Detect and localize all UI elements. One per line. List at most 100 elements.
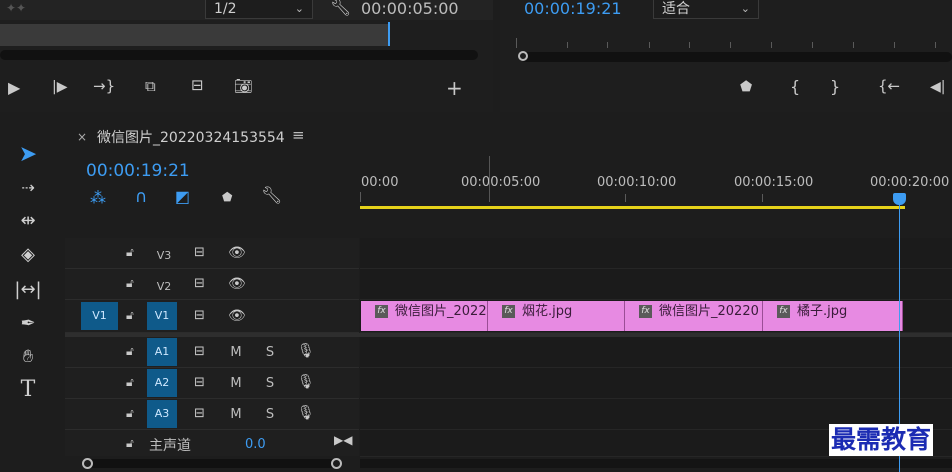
- master-volume-value[interactable]: 0.0: [245, 437, 266, 452]
- lock-icon[interactable]: 🔓︎: [126, 376, 134, 388]
- solo-button[interactable]: S: [260, 376, 280, 391]
- solo-button[interactable]: S: [260, 345, 280, 360]
- snap-magnet-icon[interactable]: ∩: [135, 189, 147, 206]
- lock-icon[interactable]: 🔓︎: [126, 437, 134, 449]
- pen-tool-icon[interactable]: ✒: [14, 311, 42, 337]
- track-row-v3[interactable]: [360, 238, 952, 269]
- program-fit-value: 适合: [662, 1, 690, 17]
- fx-icon: fx: [639, 305, 652, 318]
- ruler-tick: [567, 42, 568, 48]
- sequence-tab-title[interactable]: 微信图片_20220324153554: [97, 127, 285, 147]
- program-timecode[interactable]: 00:00:19:21: [524, 0, 622, 18]
- microphone-icon[interactable]: 🎙︎: [297, 375, 315, 389]
- clip-label: 微信图片_2022: [395, 304, 487, 319]
- mark-out-icon[interactable]: }: [830, 79, 840, 95]
- playhead-handle[interactable]: [893, 193, 906, 205]
- clip[interactable]: fx 烟花.jpg: [488, 301, 625, 331]
- clip[interactable]: fx 微信图片_20220: [625, 301, 763, 331]
- selection-tool-icon[interactable]: ➤: [14, 142, 42, 168]
- sync-lock-icon[interactable]: ⊟: [194, 345, 205, 358]
- clip-label: 橘子.jpg: [797, 304, 848, 319]
- track-row-a2[interactable]: [360, 368, 952, 399]
- lock-icon[interactable]: 🔓︎: [126, 246, 134, 258]
- microphone-icon[interactable]: 🎙︎: [297, 406, 315, 420]
- ruler-tick: [812, 42, 813, 48]
- clip[interactable]: fx 橘子.jpg: [763, 301, 903, 331]
- mute-button[interactable]: M: [226, 376, 246, 391]
- ruler-tick: [625, 194, 626, 202]
- source-patch-v1[interactable]: V1: [81, 302, 118, 330]
- sync-lock-icon[interactable]: ⊟: [194, 376, 205, 389]
- lock-icon[interactable]: 🔓︎: [126, 345, 134, 357]
- add-button-icon[interactable]: +: [446, 78, 463, 98]
- go-to-in-icon[interactable]: {←: [878, 79, 900, 94]
- timeline-timecode[interactable]: 00:00:19:21: [86, 161, 190, 181]
- source-timeline-ruler[interactable]: [0, 24, 390, 46]
- clip-label: 烟花.jpg: [522, 304, 573, 319]
- wrench-icon[interactable]: 🔧︎: [330, 0, 352, 17]
- track-target-a2[interactable]: A2: [147, 369, 177, 397]
- type-tool-icon[interactable]: T: [14, 377, 42, 403]
- track-row-a1[interactable]: [360, 337, 952, 368]
- camera-icon[interactable]: 📷︎: [234, 79, 253, 94]
- hand-tool-icon[interactable]: ✋︎: [14, 344, 42, 370]
- razor-tool-icon[interactable]: ◈: [14, 242, 42, 268]
- step-back-icon[interactable]: ◀|: [930, 80, 945, 94]
- insert-icon[interactable]: ⧉: [145, 79, 156, 94]
- track-name: V2: [156, 280, 172, 293]
- linked-selection-icon[interactable]: ◩: [175, 189, 190, 205]
- sync-lock-icon[interactable]: ⊟: [194, 277, 205, 290]
- go-to-out-icon[interactable]: →}: [93, 79, 115, 94]
- nest-icon[interactable]: ⁂: [90, 190, 106, 206]
- source-playhead[interactable]: [388, 22, 390, 46]
- program-timeline-ruler[interactable]: [516, 36, 952, 50]
- lock-icon[interactable]: 🔓︎: [126, 277, 134, 289]
- add-marker-icon[interactable]: ⬟: [222, 191, 232, 203]
- clip[interactable]: fx 微信图片_2022: [361, 301, 488, 331]
- zoom-handle-left[interactable]: [82, 458, 93, 469]
- eye-icon[interactable]: 👁︎: [228, 309, 246, 323]
- go-to-end-icon[interactable]: ▶◀: [334, 434, 352, 446]
- work-area-bar[interactable]: [360, 206, 905, 209]
- track-select-tool-icon[interactable]: ⇢: [14, 175, 42, 201]
- zoom-handle-right[interactable]: [331, 458, 342, 469]
- mark-in-icon[interactable]: {: [790, 79, 800, 95]
- track-target-a1[interactable]: A1: [147, 338, 177, 366]
- program-zoom-handle[interactable]: [518, 51, 528, 61]
- ruler-label: 00:00:10:00: [597, 175, 677, 190]
- fx-icon: fx: [502, 305, 515, 318]
- ripple-edit-tool-icon[interactable]: ⇹: [14, 208, 42, 234]
- track-area-top-gap: [65, 210, 952, 238]
- play-icon[interactable]: ▶: [8, 80, 20, 96]
- track-row-v2[interactable]: [360, 269, 952, 300]
- solo-button[interactable]: S: [260, 407, 280, 422]
- track-target-a3[interactable]: A3: [147, 400, 177, 428]
- lock-icon[interactable]: 🔓︎: [126, 309, 134, 321]
- source-zoom-bar[interactable]: [0, 50, 478, 60]
- track-header-master: [65, 430, 359, 456]
- timeline-zoom-bar[interactable]: [84, 459, 342, 468]
- wrench-icon[interactable]: 🔧︎: [261, 188, 283, 205]
- eye-icon[interactable]: 👁︎: [228, 246, 246, 260]
- marker-icon[interactable]: ⬟: [740, 80, 752, 94]
- sync-lock-icon[interactable]: ⊟: [194, 309, 205, 322]
- menu-icon[interactable]: ≡: [292, 126, 305, 144]
- step-forward-icon[interactable]: |▶: [52, 80, 67, 94]
- program-zoom-bar[interactable]: [520, 52, 952, 62]
- sync-lock-icon[interactable]: ⊟: [194, 407, 205, 420]
- mute-button[interactable]: M: [226, 345, 246, 360]
- track-target-v1[interactable]: V1: [147, 302, 177, 330]
- source-resolution-select[interactable]: 1/2 ⌄: [205, 0, 313, 19]
- overwrite-icon[interactable]: ⊟: [191, 78, 204, 93]
- source-nav-icon: ✦✦: [6, 1, 27, 15]
- track-scrollbar[interactable]: [360, 459, 952, 468]
- close-icon[interactable]: ×: [77, 130, 87, 144]
- program-fit-select[interactable]: 适合 ⌄: [653, 0, 759, 19]
- lock-icon[interactable]: 🔓︎: [126, 407, 134, 419]
- eye-icon[interactable]: 👁︎: [228, 277, 246, 291]
- mute-button[interactable]: M: [226, 407, 246, 422]
- ruler-tick: [894, 42, 895, 48]
- slip-tool-icon[interactable]: |↔|: [14, 277, 42, 303]
- sync-lock-icon[interactable]: ⊟: [194, 246, 205, 259]
- microphone-icon[interactable]: 🎙︎: [297, 344, 315, 358]
